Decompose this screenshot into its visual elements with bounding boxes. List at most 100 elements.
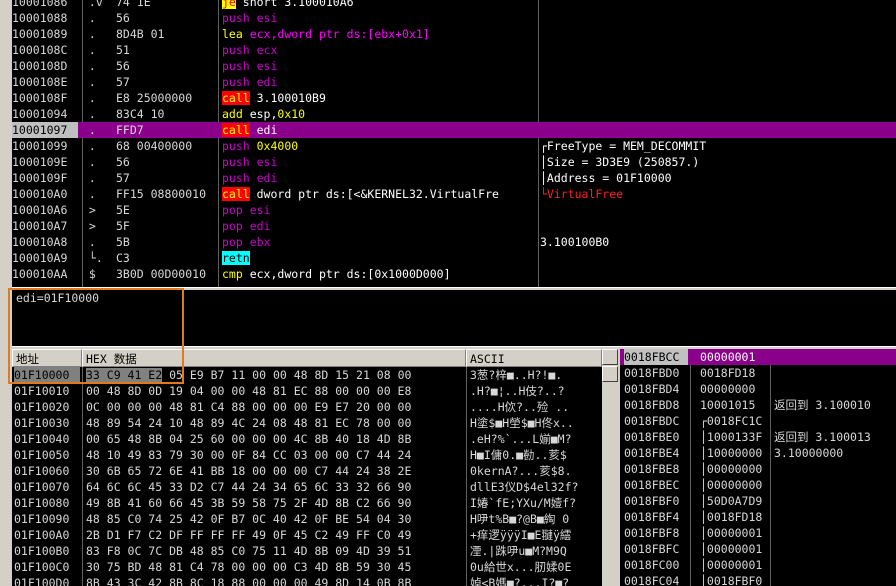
dump-row[interactable]: 01F10060 30 6B 65 72 6E 41 BB 18 00 00 00… (12, 463, 602, 479)
disasm-operands: esi (249, 11, 278, 25)
stack-comment (774, 493, 896, 509)
disasm-bytes: 56 (116, 59, 130, 73)
disasm-flow-arrow: > (82, 203, 96, 217)
disasm-mnemonic: call (222, 123, 250, 137)
disasm-bytes: 8D4B 01 (116, 27, 165, 41)
dump-hex: 48 10 49 83 79 30 00 0F 84 CC 03 00 00 C… (86, 448, 412, 462)
disasm-row[interactable]: 10001086 .v 74 1E je short 3.100010A6 (12, 0, 896, 10)
stack-value: │0018FD18 (700, 510, 763, 524)
dump-row[interactable]: 01F10080 49 8B 41 60 66 45 3B 59 58 75 2F… (12, 495, 602, 511)
stack-pane[interactable]: 0018FBCC 00000001 0018FBD0 0018FD18 0018FBD4… (620, 349, 896, 586)
disasm-instruction: push ecx (222, 42, 538, 58)
disasm-instruction: call dword ptr ds:[<&KERNEL32.VirtualFre (222, 186, 538, 202)
disasm-instruction: pop esi (222, 202, 538, 218)
dump-row[interactable]: 01F10040 00 65 48 8B 04 25 60 00 00 00 4C… (12, 431, 602, 447)
dump-row[interactable]: 01F10000 33 C9 41 E2 05 E9 B7 11 00 00 48… (12, 367, 602, 383)
disassembly-pane[interactable]: 10001086 .v 74 1E je short 3.100010A6 10001… (12, 0, 896, 288)
disasm-row[interactable]: 1000108F . E8 25000000 call 3.100010B9 (12, 90, 896, 106)
dump-scrollbar[interactable] (602, 349, 618, 586)
stack-row[interactable]: 0018FBFC │00000001 (620, 541, 896, 557)
disasm-address: 10001088 (12, 11, 68, 25)
disasm-bytes: 56 (116, 11, 130, 25)
dump-address: 01F10080 (14, 496, 70, 510)
disasm-instruction: push esi (222, 58, 538, 74)
dump-address: 01F10000 (14, 367, 80, 383)
dump-row[interactable]: 01F10010 00 48 8D 0D 19 04 00 00 48 81 EC… (12, 383, 602, 399)
dump-header-address[interactable]: 地址 (12, 349, 82, 367)
stack-row[interactable]: 0018FBF4 │0018FD18 (620, 509, 896, 525)
disasm-mnemonic: pop (222, 203, 243, 217)
stack-row[interactable]: 0018FBEC │00000000 (620, 477, 896, 493)
disasm-address: 100010A0 (12, 187, 68, 201)
disasm-row[interactable]: 10001089 . 8D4B 01 lea ecx,dword ptr ds:[e… (12, 26, 896, 42)
disasm-operands: edi (249, 171, 278, 185)
stack-row[interactable]: 0018FBD0 0018FD18 (620, 365, 896, 381)
stack-value: 00000000 (700, 382, 756, 396)
stack-address: 0018FBE8 (624, 462, 680, 476)
disasm-row[interactable]: 10001094 . 83C4 10 add esp,0x10 (12, 106, 896, 122)
stack-comment (774, 477, 896, 493)
dump-address: 01F100C0 (14, 560, 70, 574)
dump-scroll-up-button[interactable] (602, 349, 618, 365)
stack-address: 0018FBF8 (624, 526, 680, 540)
disasm-row[interactable]: 100010AA $3B0D 00D00010 cmp ecx,dword ptr… (12, 266, 896, 282)
stack-row[interactable]: 0018FBF8 │00000001 (620, 525, 896, 541)
disasm-comment: │Address = 01F10000 (540, 171, 672, 185)
disasm-bytes: 5F (116, 219, 130, 233)
dump-row[interactable]: 01F100C0 30 75 BD 48 81 C4 78 00 00 00 C3… (12, 559, 602, 575)
disasm-row[interactable]: 100010A9 └. C3 retn (12, 250, 896, 266)
dump-row[interactable]: 01F10030 48 89 54 24 10 48 89 4C 24 08 48… (12, 415, 602, 431)
stack-value: │10000000 (700, 446, 763, 460)
disasm-row[interactable]: 10001088 . 56 push esi (12, 10, 896, 26)
disasm-row[interactable]: 1000109F . 57 push edi │Address = 01F10000 (12, 170, 896, 186)
stack-row[interactable]: 0018FBE0 │1000133F 返回到 3.100013 (620, 429, 896, 445)
hex-dump-pane[interactable]: 地址 HEX 数据 ASCII 01F10000 33 C9 41 E2 05 E… (12, 349, 618, 586)
disasm-row[interactable]: 100010A0 . FF15 08800010 call dword ptr ds… (12, 186, 896, 202)
disasm-mnemonic: call (222, 91, 250, 105)
stack-row[interactable]: 0018FBE4 │10000000 3.10000000 (620, 445, 896, 461)
dump-header-ascii[interactable]: ASCII (466, 349, 602, 367)
stack-comment (774, 461, 896, 477)
dump-row[interactable]: 01F100B0 83 F8 0C 7C DB 48 85 C0 75 11 4D… (12, 543, 602, 559)
disasm-flow-arrow: . (82, 187, 96, 201)
disasm-row[interactable]: 10001097 . FFD7 call edi (12, 122, 896, 138)
stack-row[interactable]: 0018FBD4 00000000 (620, 381, 896, 397)
dump-row[interactable]: 01F10070 64 6C 6C 45 33 D2 C7 44 24 34 65… (12, 479, 602, 495)
dump-row[interactable]: 01F10020 0C 00 00 00 48 81 C4 88 00 00 00… (12, 399, 602, 415)
dump-header-hex[interactable]: HEX 数据 (82, 349, 466, 367)
disasm-row[interactable]: 100010A6 >5E pop esi (12, 202, 896, 218)
stack-address: 0018FC00 (624, 558, 680, 572)
stack-row[interactable]: 0018FC04 │0018FBF0 (620, 573, 896, 586)
disasm-row[interactable]: 10001099 . 68 00400000 push 0x4000 ┌FreeTyp… (12, 138, 896, 154)
disasm-row[interactable]: 1000109E . 56 push esi │Size = 3D3E9 (25085… (12, 154, 896, 170)
dump-row[interactable]: 01F100A0 2B D1 F7 C2 DF FF FF FF 49 0F 45… (12, 527, 602, 543)
disasm-address: 10001086 (12, 0, 68, 9)
dump-scroll-thumb[interactable] (602, 366, 618, 382)
disasm-row[interactable]: 1000108D . 56 push esi (12, 58, 896, 74)
dump-ascii: 0kernA?...荄$8. (470, 464, 572, 478)
dump-row[interactable]: 01F100D0 8B 43 3C 42 8B 8C 18 88 00 00 00… (12, 575, 602, 586)
disasm-row[interactable]: 100010A8 . 5B pop ebx 3.100100B0 (12, 234, 896, 250)
dump-hex: 00 65 48 8B 04 25 60 00 00 00 4C 8B 40 1… (86, 432, 412, 446)
stack-comment (774, 349, 896, 365)
stack-row[interactable]: 0018FBD8 10001015 返回到 3.100010 (620, 397, 896, 413)
stack-row[interactable]: 0018FBE8 │00000000 (620, 461, 896, 477)
stack-row[interactable]: 0018FBCC 00000001 (620, 349, 896, 365)
stack-row[interactable]: 0018FBDC ┌0018FC1C (620, 413, 896, 429)
disasm-address: 100010A9 (12, 251, 68, 265)
stack-row[interactable]: 0018FC00 │00000001 (620, 557, 896, 573)
disasm-operands: esp,0x10 (242, 107, 306, 121)
disasm-address: 1000108F (12, 91, 68, 105)
dump-row[interactable]: 01F10090 48 85 C0 74 25 42 0F B7 0C 40 42… (12, 511, 602, 527)
disasm-flow-arrow: . (82, 107, 96, 121)
stack-value: │50D0A7D9 (700, 494, 763, 508)
disasm-operands: edi (242, 219, 271, 233)
stack-row[interactable]: 0018FBF0 │50D0A7D9 (620, 493, 896, 509)
disasm-row[interactable]: 100010A7 >5F pop edi (12, 218, 896, 234)
disasm-row[interactable]: 1000108C . 51 push ecx (12, 42, 896, 58)
disasm-address: 1000109E (12, 155, 68, 169)
disasm-comment: │Size = 3D3E9 (250857.) (540, 155, 700, 169)
disasm-mnemonic: je (222, 0, 236, 9)
disasm-row[interactable]: 1000108E . 57 push edi (12, 74, 896, 90)
dump-row[interactable]: 01F10050 48 10 49 83 79 30 00 0F 84 CC 03… (12, 447, 602, 463)
